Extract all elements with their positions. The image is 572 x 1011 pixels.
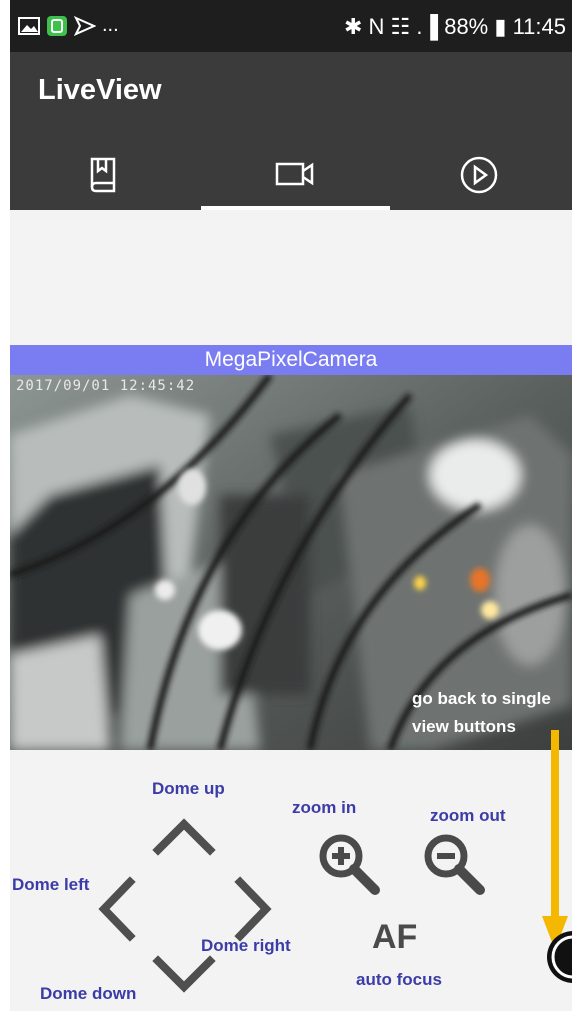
zoom-in-label: zoom in <box>292 798 357 817</box>
auto-focus-button[interactable]: AF <box>372 918 417 957</box>
arrow-down-icon <box>542 730 568 950</box>
zoom-in-button[interactable] <box>315 830 381 896</box>
play-circle-icon <box>460 156 497 194</box>
tab-bookmark[interactable] <box>10 147 197 210</box>
dome-up-label: Dome up <box>152 779 225 798</box>
camera-title: MegaPixelCamera <box>10 345 572 375</box>
dome-left-button[interactable] <box>94 876 136 942</box>
annotation-back-line1: go back to single <box>412 689 551 708</box>
app-bar: LiveView <box>10 52 572 210</box>
phone-screen: ... ✱ N ☷ .▐ 88% ▮ 11:45 LiveView MegaPi… <box>10 0 572 1011</box>
chevron-left-icon <box>98 876 136 942</box>
ptz-controls: Dome up Dome left Dome right Dome down z… <box>10 730 572 1011</box>
dome-up-button[interactable] <box>152 814 216 856</box>
notification-icons: ... <box>18 14 119 37</box>
book-icon <box>90 157 115 193</box>
zoom-out-icon <box>424 834 485 895</box>
tab-live-view[interactable] <box>201 147 388 210</box>
send-icon <box>74 15 96 36</box>
annotation-arrow <box>542 730 568 950</box>
status-right: ✱ N ☷ .▐ 88% ▮ 11:45 <box>344 14 566 39</box>
chevron-right-icon <box>234 876 272 942</box>
app-notification-icon <box>47 15 67 36</box>
active-tab-indicator <box>201 206 390 210</box>
status-bar: ... ✱ N ☷ .▐ 88% ▮ 11:45 <box>10 0 572 52</box>
dome-left-label: Dome left <box>12 875 90 894</box>
gallery-icon <box>18 16 40 35</box>
back-to-single-view-button[interactable] <box>544 928 572 986</box>
video-feed[interactable]: 2017/09/01 12:45:42 go back to single vi… <box>10 375 572 750</box>
dome-right-button[interactable] <box>234 876 276 942</box>
zoom-in-icon <box>319 834 380 895</box>
auto-focus-label: auto focus <box>356 970 442 989</box>
overflow-dots: ... <box>102 14 119 36</box>
app-title: LiveView <box>38 74 162 106</box>
video-timestamp: 2017/09/01 12:45:42 <box>16 378 196 394</box>
annotation-back-line2: view buttons <box>412 717 516 736</box>
chevron-down-icon <box>152 955 216 993</box>
tab-playback[interactable] <box>385 147 572 210</box>
zoom-out-label: zoom out <box>430 806 506 825</box>
video-camera-icon <box>275 162 313 186</box>
dome-down-label: Dome down <box>40 984 137 1003</box>
dome-down-button[interactable] <box>152 955 216 997</box>
chevron-up-icon <box>152 818 216 856</box>
circle-button-icon <box>547 931 572 983</box>
zoom-out-button[interactable] <box>420 830 486 896</box>
